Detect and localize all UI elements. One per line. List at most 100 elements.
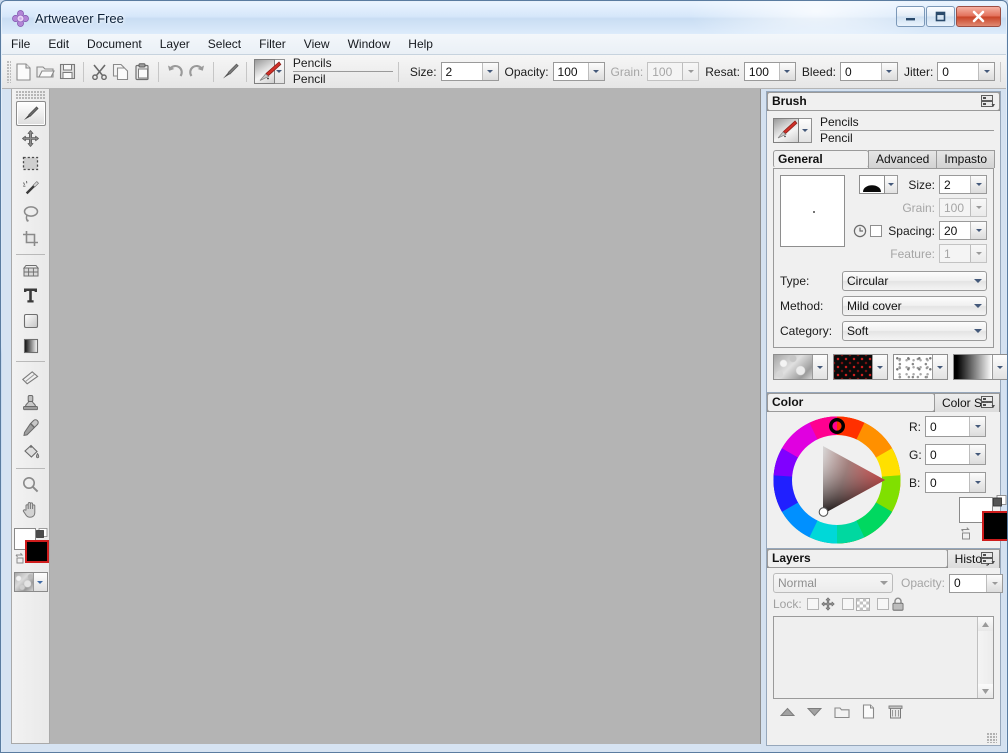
menu-window[interactable]: Window <box>339 34 400 54</box>
move-layer-up-button[interactable] <box>779 704 796 719</box>
brush-tool[interactable] <box>16 101 46 126</box>
layer-list-items[interactable] <box>774 617 977 698</box>
menu-select[interactable]: Select <box>199 34 250 54</box>
cut-button[interactable] <box>90 59 109 85</box>
default-colors-icon[interactable] <box>993 495 1007 509</box>
pattern-dropdown[interactable] <box>872 355 887 379</box>
dab-pattern-dropdown[interactable] <box>932 355 947 379</box>
menu-document[interactable]: Document <box>78 34 151 54</box>
open-document-button[interactable] <box>35 59 56 85</box>
category-select[interactable]: Soft <box>842 321 987 341</box>
panel-size-input[interactable] <box>940 176 970 193</box>
dab-pattern-selector[interactable] <box>893 354 948 380</box>
opacity-spinner[interactable] <box>553 62 605 81</box>
minimize-button[interactable] <box>896 6 925 27</box>
bleed-spinner[interactable] <box>840 62 898 81</box>
brush-tip-dropdown[interactable] <box>885 175 898 194</box>
blue-spinner[interactable] <box>925 472 986 493</box>
gradient-dropdown[interactable] <box>992 355 1007 379</box>
blue-input[interactable] <box>926 473 969 492</box>
clone-stamp-tool[interactable] <box>16 390 46 415</box>
tab-color[interactable]: Color <box>767 393 935 412</box>
panel-foreground-color-swatch[interactable] <box>982 511 1008 541</box>
panel-menu-icon[interactable] <box>981 552 996 565</box>
new-document-button[interactable] <box>14 59 33 85</box>
save-document-button[interactable] <box>58 59 77 85</box>
layer-opacity-spin-down[interactable] <box>986 575 1002 592</box>
swap-colors-icon[interactable] <box>959 526 973 540</box>
crop-tool[interactable] <box>16 226 46 251</box>
layer-opacity-spinner[interactable] <box>949 574 1003 593</box>
tab-brush[interactable]: Brush <box>767 92 1000 111</box>
paintbrush-tool-button[interactable] <box>219 59 240 85</box>
layer-list[interactable] <box>773 616 994 699</box>
copy-button[interactable] <box>111 59 131 85</box>
tab-general[interactable]: General <box>773 150 869 168</box>
foreground-color-swatch[interactable] <box>25 540 49 563</box>
menu-filter[interactable]: Filter <box>250 34 295 54</box>
tab-layers[interactable]: Layers <box>767 549 948 568</box>
resat-input[interactable] <box>745 63 779 80</box>
opacity-input[interactable] <box>554 63 588 80</box>
bleed-spin-down[interactable] <box>881 63 897 80</box>
jitter-spinner[interactable] <box>937 62 995 81</box>
layer-list-scrollbar[interactable] <box>977 617 993 698</box>
texture-selector[interactable] <box>14 572 48 592</box>
red-input[interactable] <box>926 417 969 436</box>
paint-bucket-tool[interactable] <box>16 440 46 465</box>
menu-file[interactable]: File <box>2 34 39 54</box>
size-spin-down[interactable] <box>482 63 498 80</box>
method-select[interactable]: Mild cover <box>842 296 987 316</box>
pencil-brush-icon[interactable] <box>773 118 799 143</box>
gradient-tool[interactable] <box>16 333 46 358</box>
drawing-canvas[interactable] <box>49 89 761 744</box>
redo-button[interactable] <box>187 59 207 85</box>
menu-help[interactable]: Help <box>399 34 442 54</box>
new-group-button[interactable] <box>833 704 850 719</box>
eyedropper-tool[interactable] <box>16 415 46 440</box>
panel-spacing-spin-down[interactable] <box>970 222 986 239</box>
pan-hand-tool[interactable] <box>16 497 46 522</box>
tab-advanced[interactable]: Advanced <box>868 150 937 168</box>
jitter-input[interactable] <box>938 63 978 80</box>
panel-menu-icon[interactable] <box>981 396 996 409</box>
menu-view[interactable]: View <box>295 34 339 54</box>
move-layer-down-button[interactable] <box>806 704 823 719</box>
pattern-selector[interactable] <box>833 354 888 380</box>
tab-impasto[interactable]: Impasto <box>936 150 995 168</box>
scroll-down-button[interactable] <box>978 684 993 698</box>
magic-wand-tool[interactable] <box>16 176 46 201</box>
jitter-spin-down[interactable] <box>978 63 994 80</box>
lock-transparency-checkbox[interactable] <box>807 598 819 610</box>
bleed-input[interactable] <box>841 63 881 80</box>
paste-button[interactable] <box>133 59 152 85</box>
brush-preview-button[interactable] <box>254 59 275 84</box>
scroll-up-button[interactable] <box>978 617 993 631</box>
blue-spin-down[interactable] <box>969 473 985 492</box>
green-spinner[interactable] <box>925 444 986 465</box>
default-colors-icon[interactable] <box>36 528 48 540</box>
texture-dropdown-button[interactable] <box>33 573 47 591</box>
text-tool[interactable] <box>16 283 46 308</box>
red-spin-down[interactable] <box>969 417 985 436</box>
zoom-tool[interactable] <box>16 472 46 497</box>
perspective-grid-tool[interactable] <box>16 258 46 283</box>
green-spin-down[interactable] <box>969 445 985 464</box>
opacity-spin-down[interactable] <box>588 63 604 80</box>
brush-variant-dropdown[interactable] <box>799 118 812 143</box>
green-input[interactable] <box>926 445 969 464</box>
color-wheel[interactable] <box>773 416 901 544</box>
lock-pixels-checkbox[interactable] <box>842 598 854 610</box>
new-layer-button[interactable] <box>860 704 877 719</box>
transform-tool[interactable] <box>16 126 46 151</box>
undo-button[interactable] <box>165 59 185 85</box>
size-spinner[interactable] <box>441 62 499 81</box>
type-select[interactable]: Circular <box>842 271 987 291</box>
panel-menu-icon[interactable] <box>981 95 996 108</box>
shape-tool[interactable] <box>16 308 46 333</box>
paper-texture-dropdown[interactable] <box>812 355 827 379</box>
maximize-button[interactable] <box>926 6 955 27</box>
rectangular-select-tool[interactable] <box>16 151 46 176</box>
swap-colors-icon[interactable] <box>14 552 26 564</box>
eraser-tool[interactable] <box>16 365 46 390</box>
